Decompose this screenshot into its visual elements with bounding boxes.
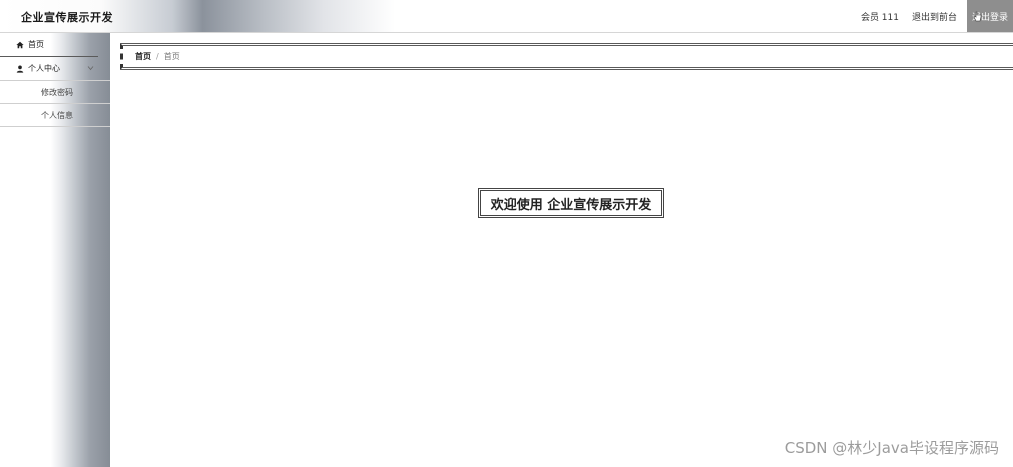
user-icon	[16, 65, 24, 73]
sidebar-item-home[interactable]: 首页	[0, 33, 98, 57]
home-icon	[16, 41, 24, 48]
watermark: CSDN @林少Java毕设程序源码	[784, 439, 999, 457]
app-title: 企业宣传展示开发	[21, 11, 113, 24]
sidebar-subitem-personal-info[interactable]: 个人信息	[0, 104, 110, 127]
sidebar: 首页 个人中心 修改密码 个人信息	[0, 33, 110, 467]
header-actions: 会员 111 退出到前台 退出登录	[861, 0, 1013, 32]
sidebar-item-label: 首页	[28, 40, 44, 49]
welcome-banner: 欢迎使用 企业宣传展示开发	[478, 188, 664, 218]
sidebar-item-personal-center[interactable]: 个人中心	[0, 57, 110, 81]
breadcrumb-home-link[interactable]: 首页	[135, 51, 151, 62]
user-label: 会员 111	[860, 12, 899, 23]
app-root: 企业宣传展示开发 会员 111 退出到前台 退出登录 首页 个人中心 修改密码 …	[0, 0, 1013, 467]
sidebar-subitem-change-password[interactable]: 修改密码	[0, 81, 110, 104]
breadcrumb-separator: /	[156, 52, 159, 61]
hand-cursor-icon	[973, 11, 982, 22]
sidebar-item-label: 个人中心	[28, 64, 60, 73]
top-header: 企业宣传展示开发 会员 111 退出到前台 退出登录	[0, 0, 1013, 33]
chevron-down-icon	[87, 66, 94, 71]
breadcrumb-current: 首页	[163, 52, 180, 61]
back-to-front-link[interactable]: 退出到前台	[912, 10, 957, 23]
breadcrumb: 首页 / 首页	[120, 43, 1013, 70]
logout-button[interactable]: 退出登录	[967, 0, 1013, 32]
